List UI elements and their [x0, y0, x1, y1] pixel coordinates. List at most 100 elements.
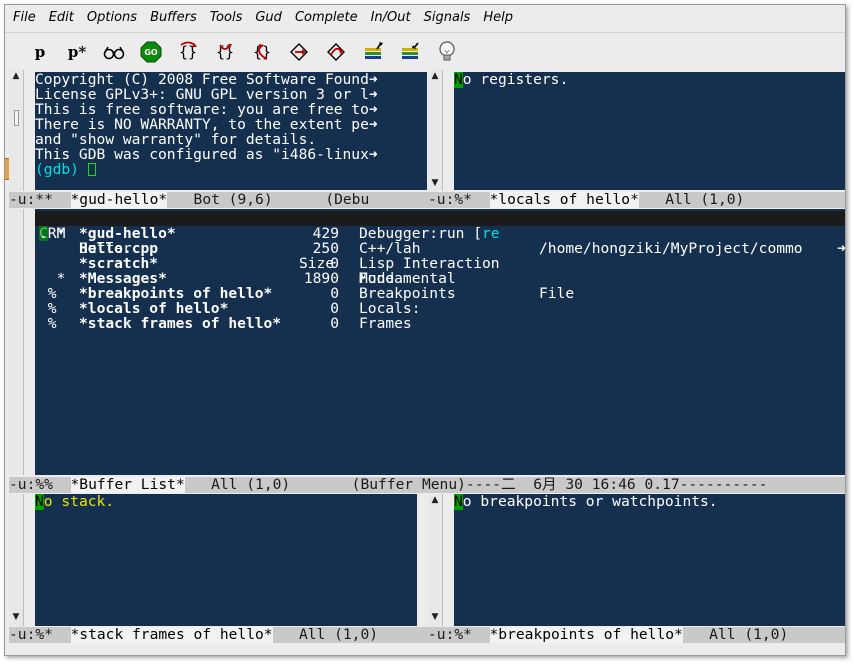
stack-scrollbar[interactable]: ▼ — [9, 494, 24, 626]
buffer-crm-flags: % — [39, 315, 57, 332]
print-dereference-button[interactable]: p* — [62, 38, 92, 66]
buffer-mode: Locals: — [359, 300, 421, 317]
scroll-down-icon[interactable]: ▼ — [430, 612, 440, 622]
menu-edit[interactable]: Edit — [49, 10, 74, 25]
buffer-mode: Debugger:run [re — [359, 225, 500, 242]
print-star-icon: p* — [67, 42, 87, 61]
buffer-size: 1890 — [303, 270, 339, 287]
scroll-up-icon[interactable]: ▲ — [11, 71, 21, 81]
scroll-down-icon[interactable]: ▼ — [11, 612, 21, 622]
registers-scrollbar[interactable]: ▲ ▼ — [428, 70, 443, 191]
menu-tools[interactable]: Tools — [210, 10, 243, 25]
gdb-prompt-line[interactable]: (gdb) — [35, 162, 427, 177]
registers-modeline[interactable]: -u:%* *locals of hello* All (1,0) — [428, 192, 845, 208]
print-icon: p — [34, 42, 46, 61]
menu-gud[interactable]: Gud — [255, 10, 282, 25]
buffer-size: 0 — [330, 300, 339, 317]
buffer-list-row[interactable]: % *stack frames of hello* 0 Frames — [35, 315, 845, 332]
breakpoints-scrollbar[interactable]: ▲ ▼ — [428, 494, 443, 626]
lightbulb-icon — [439, 40, 455, 60]
buffer-size: 0 — [330, 255, 339, 272]
buffer-list-row[interactable]: *scratch* 0 Lisp Interaction — [35, 255, 845, 272]
stack-window[interactable]: No stack. — [35, 494, 417, 626]
step-button[interactable]: {} — [173, 38, 203, 66]
buffer-crm-flags: % — [39, 285, 57, 302]
text-cursor: N — [454, 72, 463, 88]
buffer-list-row[interactable]: % *locals of hello* 0 Locals: — [35, 300, 845, 317]
go-label: GO — [144, 47, 158, 57]
scroll-up-icon[interactable]: ▲ — [430, 495, 440, 505]
menu-complete[interactable]: Complete — [295, 10, 358, 25]
gdb-line: and "show warranty" for details. — [35, 131, 317, 148]
finish-button[interactable] — [284, 38, 314, 66]
buffer-name: *locals of hello* — [79, 300, 229, 317]
next-icon: {} — [216, 43, 234, 61]
breakpoints-message: o breakpoints or watchpoints. — [462, 494, 718, 510]
gdb-modeline[interactable]: -u:** *gud-hello* Bot (9,6) (Debu — [9, 192, 428, 208]
menu-bar: File Edit Options Buffers Tools Gud Comp… — [5, 5, 845, 29]
buffer-list-row[interactable]: . * *gud-hello* 429 Debugger:run [re — [35, 225, 845, 242]
buffer-list-header: CRM Buffer Size Mode File — [35, 211, 845, 301]
buffer-list-scrollbar[interactable] — [9, 209, 24, 475]
buffer-list-modeline[interactable]: -u:%% *Buffer List* All (1,0) (Buffer Me… — [9, 477, 845, 493]
buffer-mode: C++/lah — [359, 240, 421, 257]
step-icon: {} — [179, 41, 197, 61]
breakpoints-window[interactable]: No breakpoints or watchpoints. — [454, 494, 845, 626]
help-button[interactable] — [432, 38, 462, 66]
up-stack-button[interactable] — [358, 38, 388, 66]
svg-text:{}: {} — [216, 43, 234, 61]
continue-icon — [327, 42, 345, 61]
buffer-list-row[interactable]: Hello.cpp 250 C++/lah/home/hongziki/MyProj… — [35, 240, 845, 257]
print-expression-button[interactable]: p — [25, 38, 55, 66]
buffer-name: *Messages* — [79, 270, 167, 287]
buffer-crm-flags: . * — [39, 225, 66, 242]
menu-inout[interactable]: In/Out — [371, 10, 411, 25]
gdb-window[interactable]: Copyright (C) 2008 Free Software Found➜ … — [35, 72, 427, 190]
stack-down-icon — [402, 42, 419, 59]
continue-button[interactable] — [321, 38, 351, 66]
buffer-name: *scratch* — [79, 255, 159, 272]
text-cursor — [87, 163, 96, 176]
menu-help[interactable]: Help — [483, 10, 513, 25]
gdb-line: This is free software: you are free to➜ — [35, 101, 378, 118]
editor-area: ▲ Copyright (C) 2008 Free Software Found… — [5, 70, 845, 655]
stack-modeline[interactable]: -u:%* *stack frames of hello* All (1,0) — [9, 627, 428, 643]
menu-signals[interactable]: Signals — [424, 10, 471, 25]
breakpoints-modeline[interactable]: -u:%* *breakpoints of hello* All (1,0) — [428, 627, 845, 643]
buffer-name: *stack frames of hello* — [79, 315, 282, 332]
buffer-mode: Fundamental — [359, 270, 456, 287]
menu-buffers[interactable]: Buffers — [150, 10, 197, 25]
stack-up-icon — [365, 41, 383, 59]
watch-button[interactable] — [99, 38, 129, 66]
scroll-thumb[interactable] — [14, 110, 19, 126]
scroll-up-icon[interactable]: ▲ — [430, 71, 440, 81]
go-button[interactable]: GO — [136, 38, 166, 66]
buffer-list-row[interactable]: % *breakpoints of hello* 0 Breakpoints — [35, 285, 845, 302]
modeline-buffer-name[interactable]: *breakpoints of hello* — [489, 627, 683, 643]
modeline-buffer-name[interactable]: *stack frames of hello* — [70, 627, 273, 643]
gdb-line: Copyright (C) 2008 Free Software Found➜ — [35, 72, 378, 88]
modeline-buffer-name[interactable]: *locals of hello* — [489, 192, 639, 208]
up-icon: {} — [253, 43, 271, 61]
modeline-buffer-name[interactable]: *Buffer List* — [70, 477, 185, 493]
buffer-size: 250 — [312, 240, 339, 257]
buffer-list-window[interactable]: CRM Buffer Size Mode File . * *gud-hello*… — [35, 209, 845, 475]
buffer-list-row[interactable]: * *Messages* 1890 Fundamental — [35, 270, 845, 287]
gdb-line: There is NO WARRANTY, to the extent pe➜ — [35, 116, 378, 133]
buffer-name: *breakpoints of hello* — [79, 285, 273, 302]
down-stack-button[interactable] — [395, 38, 425, 66]
buffer-size: 0 — [330, 315, 339, 332]
gdb-prompt: (gdb) — [35, 161, 79, 178]
registers-message: o registers. — [462, 72, 569, 88]
scroll-down-icon[interactable]: ▼ — [430, 178, 440, 188]
tool-bar: p p* GO {} {} {} — [5, 32, 845, 70]
buffer-crm-flags: * — [39, 270, 66, 287]
menu-options[interactable]: Options — [87, 10, 137, 25]
next-button[interactable]: {} — [210, 38, 240, 66]
menu-file[interactable]: File — [13, 10, 36, 25]
registers-window[interactable]: No registers. — [454, 72, 845, 190]
gdb-scrollbar[interactable]: ▲ — [9, 70, 24, 191]
modeline-buffer-name[interactable]: *gud-hello* — [70, 192, 168, 208]
buffer-mode: Breakpoints — [359, 285, 456, 302]
up-button[interactable]: {} — [247, 38, 277, 66]
